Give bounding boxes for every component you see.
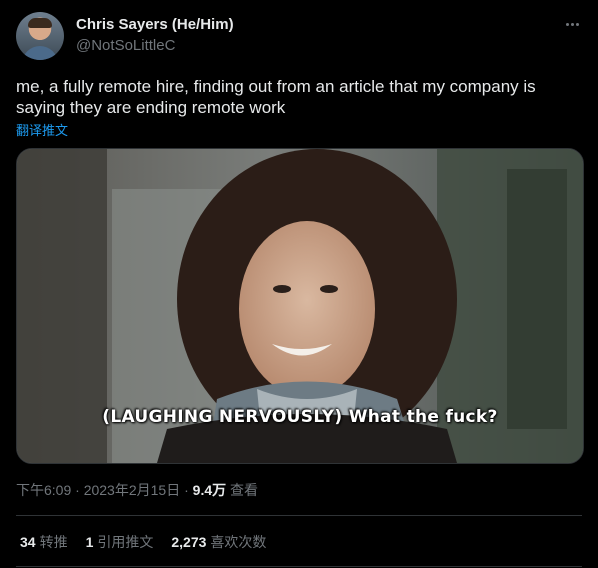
author-name[interactable]: Chris Sayers (He/Him) [76, 16, 234, 33]
quotes-count: 1 [85, 534, 94, 550]
tweet-text: me, a fully remote hire, finding out fro… [16, 77, 536, 117]
likes-count: 2,273 [171, 534, 207, 550]
bottom-divider [16, 566, 582, 567]
tweet-time[interactable]: 下午6:09 [16, 482, 71, 498]
meta-separator: · [71, 482, 84, 498]
tweet-stats: 34 转推 1 引用推文 2,273 喜欢次数 [20, 532, 266, 552]
avatar-hair [28, 18, 52, 28]
author-handle[interactable]: @NotSoLittleC [76, 37, 175, 54]
views-count: 9.4万 [192, 482, 227, 498]
views-label: 查看 [226, 482, 259, 498]
more-icon[interactable] [562, 14, 582, 34]
retweets-stat[interactable]: 34 转推 [20, 532, 68, 552]
meta-separator-2: · [180, 482, 193, 498]
media-caption: (LAUGHING NERVOUSLY) What the fuck? [102, 407, 498, 427]
likes-label: 喜欢次数 [210, 534, 267, 550]
retweets-label: 转推 [39, 534, 68, 550]
quotes-label: 引用推文 [97, 534, 154, 550]
retweets-count: 34 [20, 534, 36, 550]
tweet-media[interactable]: (LAUGHING NERVOUSLY) What the fuck? [16, 148, 584, 464]
tweet-meta: 下午6:09 · 2023年2月15日 · 9.4万 查看 [16, 480, 258, 500]
translate-link[interactable]: 翻译推文 [16, 120, 68, 139]
tweet-date[interactable]: 2023年2月15日 [84, 482, 181, 498]
avatar[interactable] [16, 12, 64, 60]
tweet: Chris Sayers (He/Him) @NotSoLittleC me, … [0, 0, 598, 568]
quotes-stat[interactable]: 1 引用推文 [86, 532, 154, 552]
divider [16, 515, 582, 516]
avatar-shirt [22, 46, 58, 60]
likes-stat[interactable]: 2,273 喜欢次数 [171, 532, 266, 552]
